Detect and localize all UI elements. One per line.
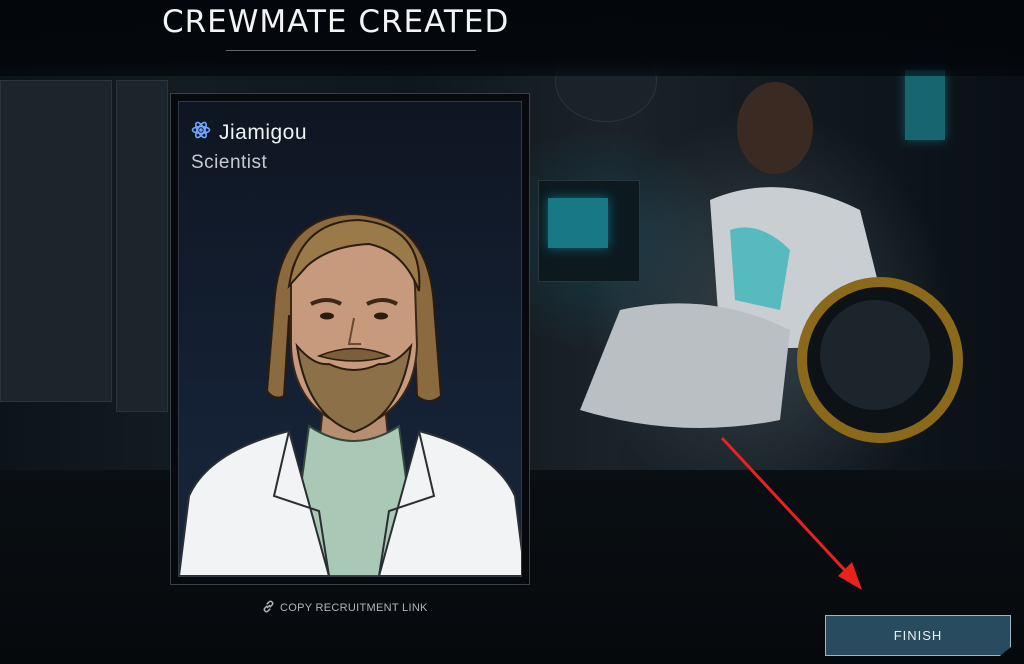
finish-button[interactable]: FINISH (825, 615, 1011, 656)
background-shelf (116, 80, 168, 412)
link-icon (262, 600, 275, 616)
crewmate-name-row: Jiamigou (191, 120, 307, 145)
header-bar (0, 0, 1024, 76)
crewmate-role: Scientist (191, 152, 268, 173)
seated-crew-figure (580, 82, 963, 443)
crewmate-card-inner: Jiamigou Scientist (178, 101, 522, 577)
crewmate-name: Jiamigou (219, 120, 308, 144)
page-title: CREWMATE CREATED (162, 4, 510, 40)
atom-icon (191, 120, 211, 145)
copy-recruitment-link[interactable]: COPY RECRUITMENT LINK (262, 600, 428, 616)
copy-link-label: COPY RECRUITMENT LINK (280, 602, 428, 614)
finish-button-label: FINISH (893, 628, 943, 643)
crewmate-portrait (179, 212, 521, 576)
crewmate-card: Jiamigou Scientist (170, 93, 530, 585)
background-shelf (0, 80, 112, 402)
title-divider (226, 50, 476, 51)
